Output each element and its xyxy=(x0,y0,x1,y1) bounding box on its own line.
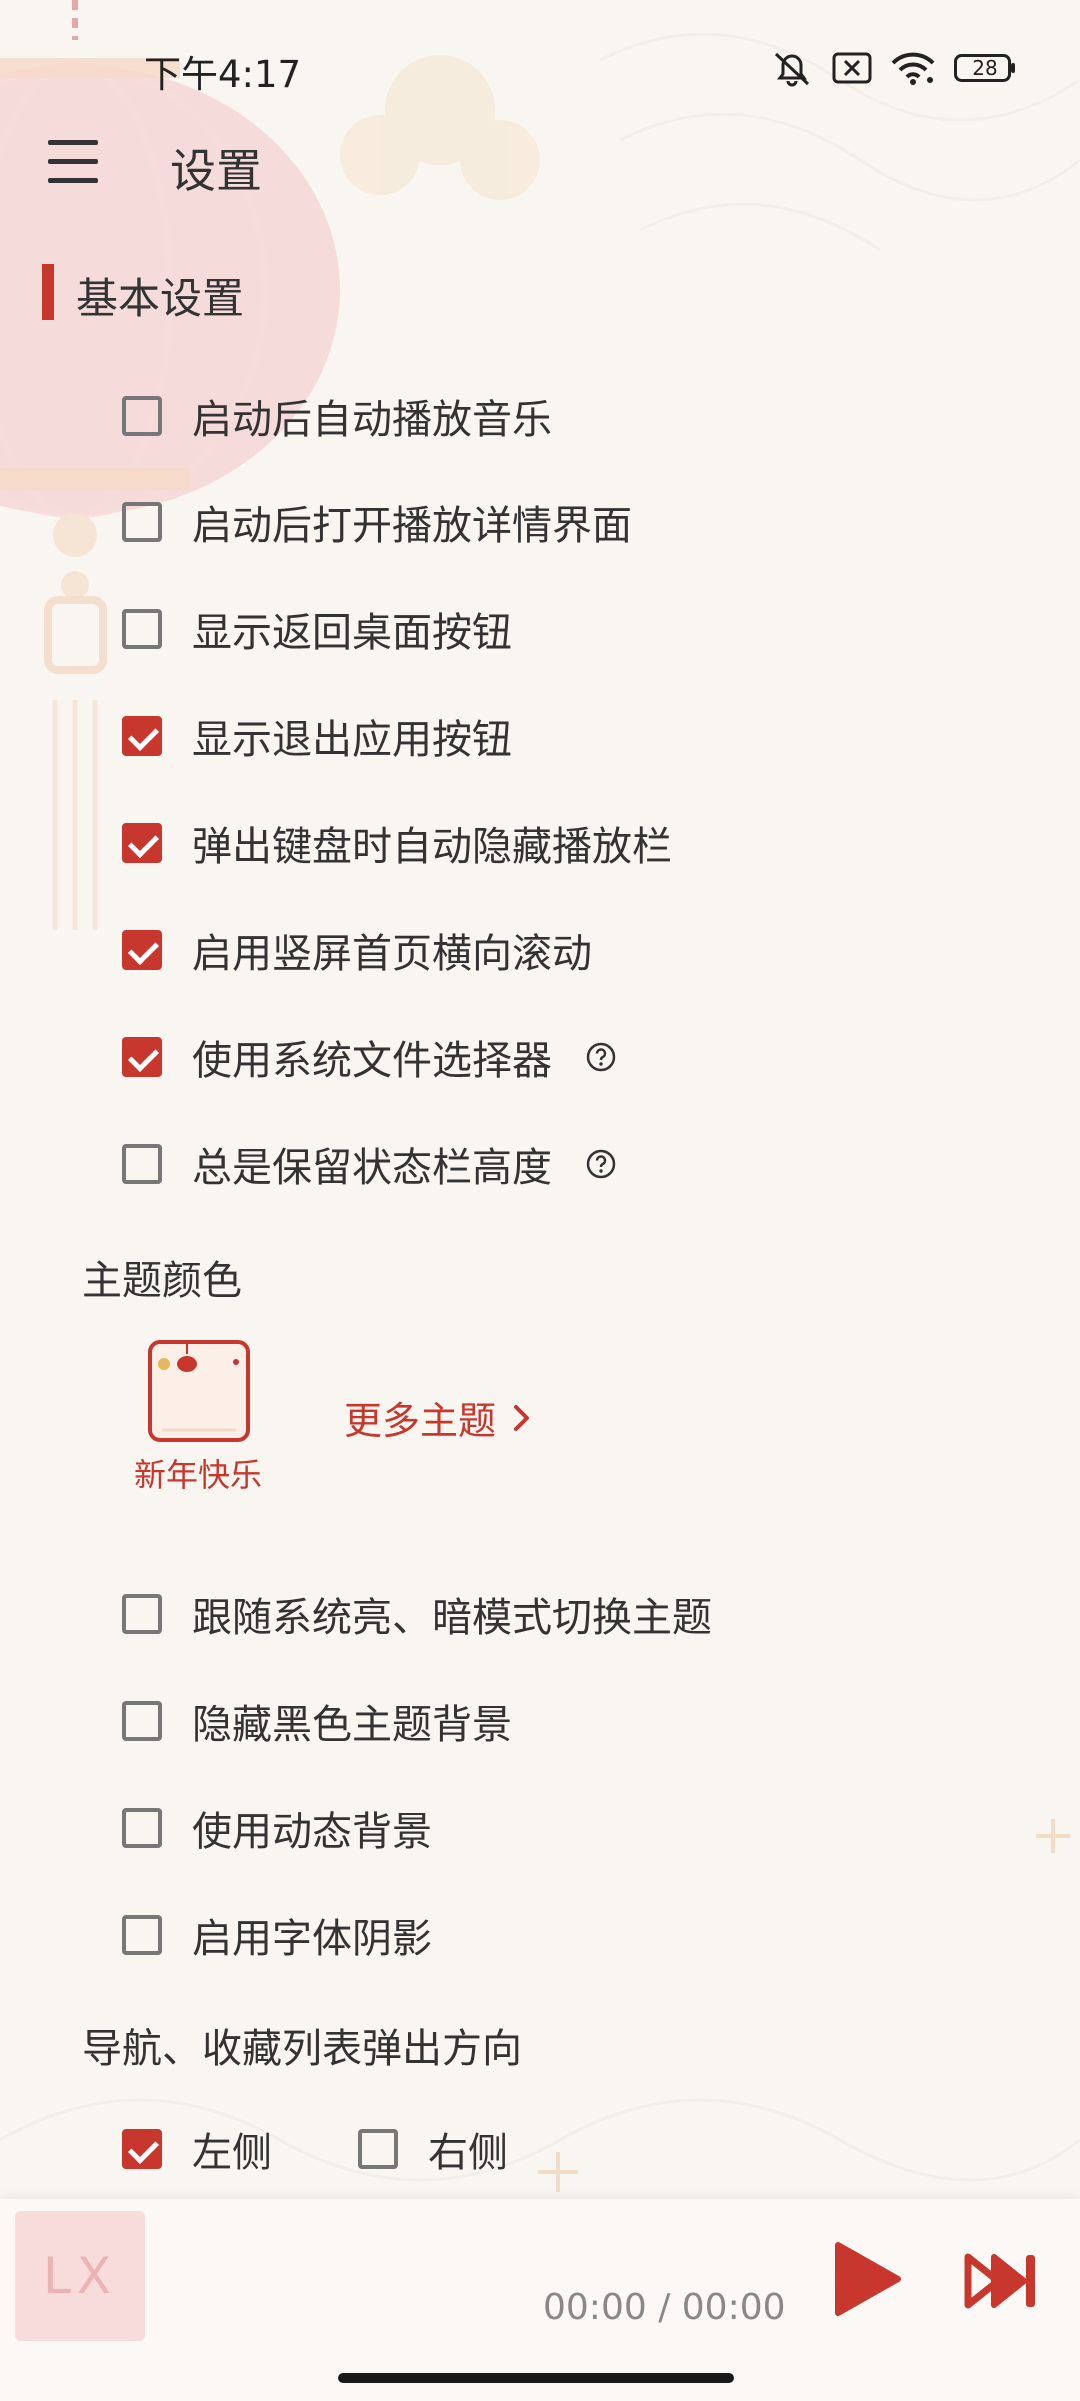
play-time: 00:00 / 00:00 xyxy=(543,2287,786,2328)
option-label: 启用竖屏首页横向滚动 xyxy=(192,931,592,977)
wifi-icon xyxy=(891,52,935,85)
help-icon[interactable] xyxy=(586,1042,616,1072)
checkbox[interactable] xyxy=(122,502,162,542)
option-label: 总是保留状态栏高度 xyxy=(192,1145,552,1191)
option-label: 跟随系统亮、暗模式切换主题 xyxy=(192,1595,712,1641)
current-theme-name[interactable]: 新年快乐 xyxy=(134,1450,262,1496)
help-icon[interactable] xyxy=(586,1149,616,1179)
option-hide-black-theme-bg[interactable]: 隐藏黑色主题背景 xyxy=(122,1692,512,1750)
silent-bell-icon xyxy=(774,52,810,87)
option-label: 弹出键盘时自动隐藏播放栏 xyxy=(192,824,672,870)
option-hide-player-on-keyboard[interactable]: 弹出键盘时自动隐藏播放栏 xyxy=(122,814,672,872)
checkbox[interactable] xyxy=(358,2129,398,2169)
theme-thumbnail[interactable] xyxy=(148,1340,250,1442)
album-cover[interactable]: LX xyxy=(15,2211,145,2341)
option-label: 使用系统文件选择器 xyxy=(192,1038,552,1084)
option-dynamic-background[interactable]: 使用动态背景 xyxy=(122,1799,432,1857)
option-label: 隐藏黑色主题背景 xyxy=(192,1702,512,1748)
option-horizontal-scroll[interactable]: 启用竖屏首页横向滚动 xyxy=(122,921,592,979)
option-autoplay-music[interactable]: 启动后自动播放音乐 xyxy=(122,387,552,445)
direction-right[interactable]: 右侧 xyxy=(358,2120,508,2178)
section-marker xyxy=(42,264,54,320)
option-label: 显示退出应用按钮 xyxy=(192,717,512,763)
option-open-play-detail[interactable]: 启动后打开播放详情界面 xyxy=(122,493,632,551)
more-themes-label: 更多主题 xyxy=(344,1399,497,1443)
status-icons: 28 xyxy=(770,48,1016,88)
option-label: 使用动态背景 xyxy=(192,1809,432,1855)
checkbox[interactable] xyxy=(122,1915,162,1955)
home-indicator[interactable] xyxy=(338,2373,734,2383)
battery-level: 28 xyxy=(972,56,998,80)
option-font-shadow[interactable]: 启用字体阴影 xyxy=(122,1906,432,1964)
next-track-icon[interactable] xyxy=(964,2251,1040,2311)
option-label: 启用字体阴影 xyxy=(192,1916,432,1962)
direction-section-title: 导航、收藏列表弹出方向 xyxy=(82,2026,522,2072)
chevron-right-icon xyxy=(514,1404,530,1431)
status-time: 下午4:17 xyxy=(144,53,302,96)
option-label: 启动后打开播放详情界面 xyxy=(192,503,632,549)
option-label: 启动后自动播放音乐 xyxy=(192,397,552,443)
checkbox[interactable] xyxy=(122,1037,162,1077)
page-title: 设置 xyxy=(170,144,262,198)
option-keep-statusbar-height[interactable]: 总是保留状态栏高度 xyxy=(122,1135,616,1193)
option-label: 右侧 xyxy=(428,2130,508,2176)
option-system-file-picker[interactable]: 使用系统文件选择器 xyxy=(122,1028,616,1086)
menu-icon[interactable] xyxy=(48,140,100,184)
option-label: 左侧 xyxy=(192,2130,272,2176)
checkbox[interactable] xyxy=(122,2129,162,2169)
theme-section-title: 主题颜色 xyxy=(82,1258,242,1304)
lantern-icon xyxy=(158,1344,239,1432)
checkbox[interactable] xyxy=(122,609,162,649)
section-title: 基本设置 xyxy=(76,274,245,323)
checkbox[interactable] xyxy=(122,716,162,756)
direction-left[interactable]: 左侧 xyxy=(122,2120,272,2178)
player-bar[interactable]: LX 00:00 / 00:00 xyxy=(0,2198,1080,2401)
checkbox[interactable] xyxy=(122,396,162,436)
more-themes-link[interactable]: 更多主题 xyxy=(344,1390,532,1445)
option-show-exit-button[interactable]: 显示退出应用按钮 xyxy=(122,707,512,765)
checkbox[interactable] xyxy=(122,930,162,970)
checkbox[interactable] xyxy=(122,1594,162,1634)
option-label: 显示返回桌面按钮 xyxy=(192,610,512,656)
battery-icon: 28 xyxy=(954,54,1016,82)
option-follow-system-dark[interactable]: 跟随系统亮、暗模式切换主题 xyxy=(122,1585,712,1643)
no-sim-icon xyxy=(832,52,872,84)
checkbox[interactable] xyxy=(122,1808,162,1848)
checkbox[interactable] xyxy=(122,1701,162,1741)
option-show-home-button[interactable]: 显示返回桌面按钮 xyxy=(122,600,512,658)
play-icon[interactable] xyxy=(832,2239,904,2319)
checkbox[interactable] xyxy=(122,823,162,863)
checkbox[interactable] xyxy=(122,1144,162,1184)
